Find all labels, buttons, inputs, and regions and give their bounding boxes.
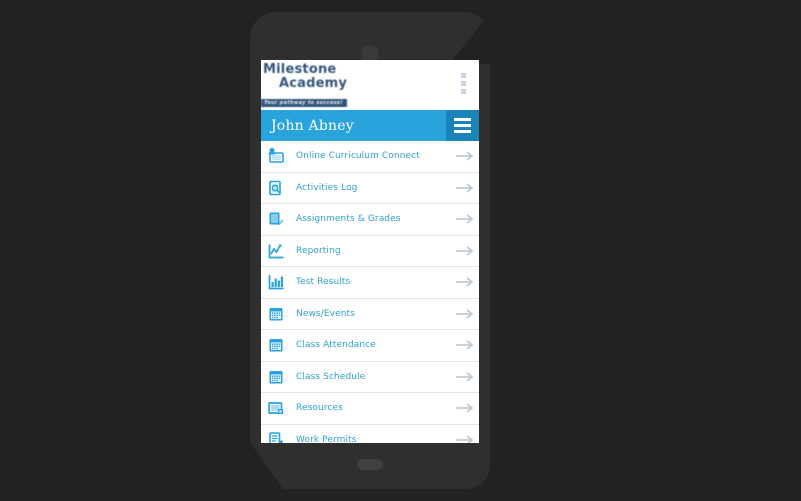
user-header-bar: John Abney (261, 110, 479, 141)
notebook-pencil-icon (265, 208, 287, 230)
calendar-icon (265, 334, 287, 356)
brand-logo: Milestone Academy Your pathway to succes… (261, 63, 411, 109)
phone-device-frame: Milestone Academy Your pathway to succes… (249, 12, 491, 489)
menu-item-reporting[interactable]: Reporting (261, 236, 479, 267)
menu-item-label: Class Attendance (296, 340, 376, 351)
brand-bar: Milestone Academy Your pathway to succes… (261, 60, 479, 110)
menu-item-label: Work Permits (296, 434, 357, 443)
hamburger-line-2 (454, 124, 471, 127)
menu-item-news-events[interactable]: News/Events (261, 299, 479, 330)
arrow-right-icon[interactable] (451, 401, 479, 415)
arrow-right-icon[interactable] (451, 338, 479, 352)
brand-name-line1: Milestone (263, 62, 337, 77)
menu-item-label: Test Results (296, 277, 351, 288)
arrow-right-icon[interactable] (451, 212, 479, 226)
menu-item-test-results[interactable]: Test Results (261, 267, 479, 299)
menu-item-assignments-grades[interactable]: Assignments & Grades (261, 204, 479, 236)
line-chart-icon (265, 240, 287, 262)
user-name-label: John Abney (271, 117, 354, 134)
bar-chart-icon (265, 271, 287, 293)
hamburger-line-1 (454, 118, 471, 121)
media-icon (265, 397, 287, 419)
arrow-right-icon[interactable] (451, 307, 479, 321)
arrow-right-icon[interactable] (451, 244, 479, 258)
kebab-dot-1 (460, 73, 466, 78)
hamburger-icon[interactable] (446, 110, 479, 141)
menu-item-resources[interactable]: Resources (261, 393, 479, 425)
menu-item-label: Reporting (296, 245, 341, 256)
menu-item-class-attendance[interactable]: Class Attendance (261, 330, 479, 362)
menu-item-activities-log[interactable]: Activities Log (261, 173, 479, 204)
menu-item-label: Resources (296, 403, 343, 414)
menu-item-class-schedule[interactable]: Class Schedule (261, 362, 479, 393)
kebab-dot-3 (460, 89, 466, 94)
document-pencil-icon (265, 429, 287, 443)
menu-item-label: News/Events (296, 308, 355, 319)
menu-item-label: Assignments & Grades (296, 214, 401, 225)
arrow-right-icon[interactable] (451, 181, 479, 195)
menu-item-label: Activities Log (296, 182, 358, 193)
menu-item-label: Class Schedule (296, 371, 366, 382)
hamburger-line-3 (454, 130, 471, 133)
calendar-icon (265, 366, 287, 388)
arrow-right-icon[interactable] (451, 370, 479, 384)
brand-tagline: Your pathway to success! (261, 99, 347, 107)
menu-item-online-curriculum-connect[interactable]: Online Curriculum Connect (261, 141, 479, 173)
book-search-icon (265, 177, 287, 199)
monitor-icon (265, 145, 287, 167)
phone-screen: Milestone Academy Your pathway to succes… (261, 60, 479, 443)
menu-item-label: Online Curriculum Connect (296, 151, 420, 162)
main-menu-list: Online Curriculum Connect Activities Log A… (261, 141, 479, 443)
kebab-dot-2 (460, 81, 466, 86)
arrow-right-icon[interactable] (451, 275, 479, 289)
arrow-right-icon[interactable] (451, 149, 479, 163)
home-button[interactable] (357, 459, 383, 470)
calendar-icon (265, 303, 287, 325)
overflow-menu-icon[interactable] (458, 73, 468, 94)
brand-name-line2: Academy (279, 76, 348, 91)
device-corner-cut-right (449, 12, 491, 64)
device-corner-cut-left (249, 441, 283, 489)
arrow-right-icon[interactable] (451, 433, 479, 443)
menu-item-work-permits[interactable]: Work Permits (261, 425, 479, 443)
